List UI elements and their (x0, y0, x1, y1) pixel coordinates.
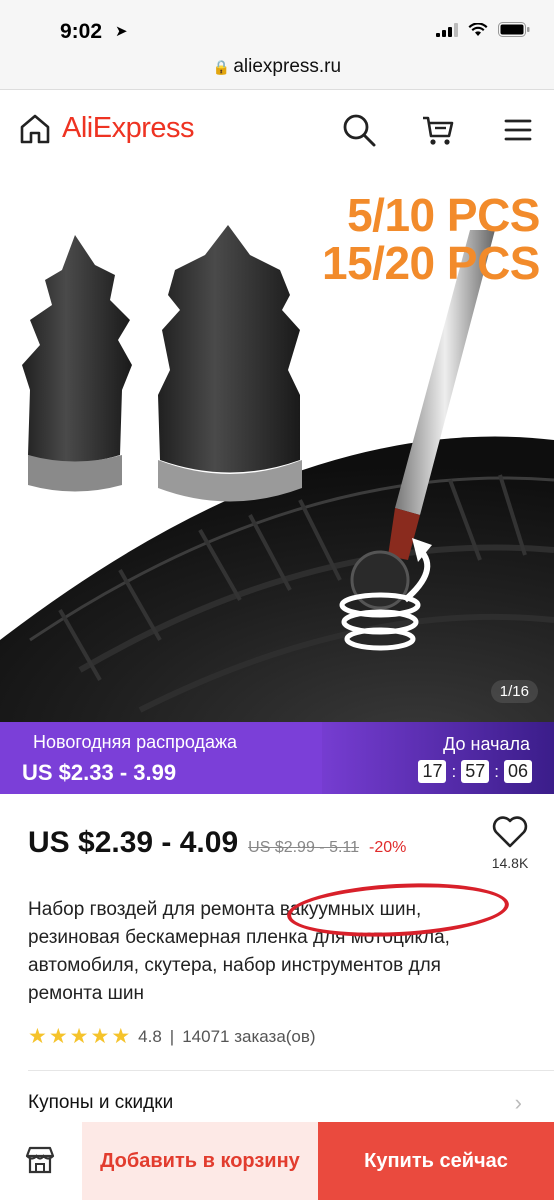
sale-banner[interactable]: Новогодняя распродажа US $2.33 - 3.99 До… (0, 722, 554, 794)
promo-text-line1: 5/10 PCS (347, 189, 540, 241)
site-header: AliExpress (0, 90, 554, 170)
heart-icon (492, 816, 528, 848)
menu-icon[interactable] (500, 112, 536, 148)
wishlist-button[interactable]: 14.8K (488, 816, 532, 871)
original-price: US $2.99 - 5.11 (248, 839, 360, 856)
address-bar[interactable]: 🔒 aliexpress.ru (0, 50, 554, 90)
timer-separator: : (494, 761, 499, 781)
wishlist-count: 14.8K (491, 855, 529, 871)
image-counter: 1/16 (490, 680, 538, 703)
rating-separator: | (169, 1026, 175, 1046)
url-text: aliexpress.ru (233, 56, 342, 77)
timer-minutes: 57 (461, 760, 490, 783)
rating-value: 4.8 (138, 1026, 162, 1046)
timer-separator: : (451, 761, 457, 781)
status-time: 9:02 (60, 20, 103, 43)
status-icons (436, 22, 530, 37)
current-price: US $2.39 - 4.09 (28, 826, 239, 859)
timer-hours: 17 (418, 760, 447, 783)
promo-text-line2: 15/20 PCS (322, 237, 540, 289)
rating-row[interactable]: ★ ★ ★ ★ ★ 4.8 | 14071 заказа(ов) (28, 1026, 316, 1047)
star-icon: ★ (69, 1025, 89, 1048)
countdown-label: До начала (443, 734, 530, 754)
sale-price: US $2.33 - 3.99 (22, 760, 177, 785)
price-row: US $2.39 - 4.09 US $2.99 - 5.11 -20% (28, 826, 406, 860)
home-icon[interactable] (18, 112, 52, 146)
store-button[interactable] (0, 1122, 82, 1200)
add-to-cart-button[interactable]: Добавить в корзину (82, 1122, 318, 1200)
aliexpress-logo[interactable]: AliExpress (62, 112, 195, 145)
status-bar: 9:02 ➤ (0, 0, 554, 50)
star-icon: ★ (90, 1025, 110, 1048)
star-icon: ★ (48, 1025, 68, 1048)
cart-icon[interactable] (420, 112, 456, 148)
store-icon (25, 1146, 55, 1174)
timer-seconds: 06 (503, 760, 532, 783)
divider (28, 1070, 554, 1071)
wifi-icon (468, 22, 488, 36)
cellular-signal-icon (436, 22, 458, 37)
countdown-timer: 17 : 57 : 06 (418, 760, 532, 783)
coupons-row[interactable]: Купоны и скидки (28, 1092, 173, 1114)
orders-count: 14071 заказа(ов) (182, 1026, 316, 1046)
sale-title: Новогодняя распродажа (33, 732, 238, 752)
product-image-gallery[interactable]: 5/10 PCS 15/20 PCS 1/16 (0, 170, 554, 722)
rating-stars: ★ ★ ★ ★ ★ (28, 1026, 130, 1047)
bottom-action-bar: Добавить в корзину Купить сейчас (0, 1122, 554, 1200)
battery-icon (498, 22, 530, 37)
search-icon[interactable] (341, 112, 377, 148)
star-icon: ★ (28, 1025, 47, 1048)
location-arrow-icon: ➤ (115, 23, 128, 40)
star-icon: ★ (111, 1025, 131, 1048)
lock-icon: 🔒 (212, 59, 231, 75)
buy-now-button[interactable]: Купить сейчас (318, 1122, 554, 1200)
chevron-right-icon[interactable]: › (515, 1090, 522, 1116)
discount-badge: -20% (369, 839, 407, 856)
